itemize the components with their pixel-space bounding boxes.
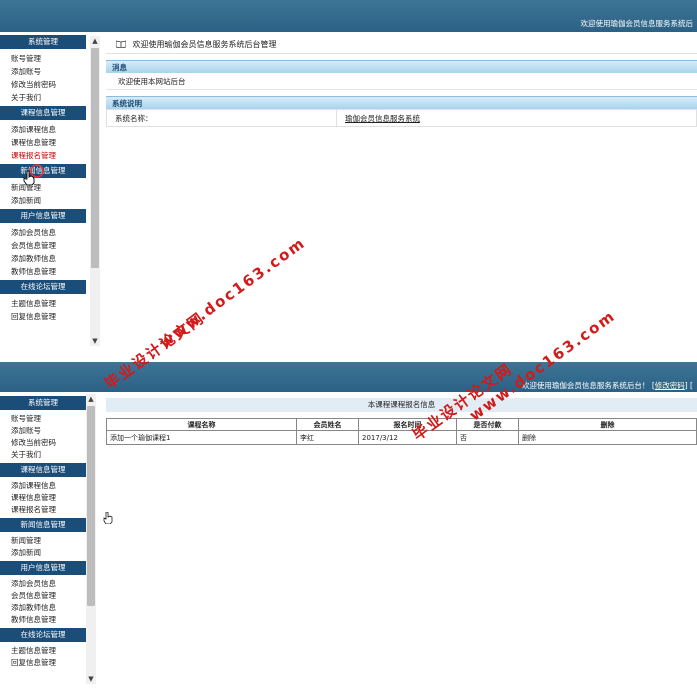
sidebar-item-teacher-manage[interactable]: 教师信息管理 — [0, 265, 86, 278]
menu-group-course: 课程信息管理 添加课程信息 课程信息管理 课程报名管理 — [0, 106, 86, 162]
sidebar-item-news-manage[interactable]: 新闻管理 — [0, 181, 86, 194]
screenshot-admin-home: 欢迎使用瑜伽会员信息服务系统后 系统管理 账号管理 添加账号 修改当前密码 关于… — [0, 0, 697, 362]
sidebar-item-add-course[interactable]: 添加课程信息 — [0, 123, 86, 136]
system-info-table: 系统名称： 瑜伽会员信息服务系统 — [106, 109, 697, 127]
menu-head-news[interactable]: 新闻信息管理 — [0, 518, 86, 532]
menu-group-course: 课程信息管理 添加课程信息 课程信息管理 课程报名管理 — [0, 463, 86, 516]
sidebar-item-change-password[interactable]: 修改当前密码 — [0, 437, 86, 449]
menu-group-user: 用户信息管理 添加会员信息 会员信息管理 添加教师信息 教师信息管理 — [0, 209, 86, 278]
menu-head-system[interactable]: 系统管理 — [0, 396, 86, 410]
table-row: 系统名称： 瑜伽会员信息服务系统 — [106, 109, 697, 127]
cell-member-name: 李红 — [296, 430, 359, 445]
sidebar-item-change-password[interactable]: 修改当前密码 — [0, 78, 86, 91]
menu-head-course[interactable]: 课程信息管理 — [0, 106, 86, 120]
sidebar-item-add-account[interactable]: 添加账号 — [0, 425, 86, 437]
system-name-value: 瑜伽会员信息服务系统 — [336, 109, 697, 127]
cell-delete-link[interactable]: 删除 — [518, 430, 697, 445]
message-section-head: 消息 — [106, 60, 697, 73]
menu-head-forum[interactable]: 在线论坛管理 — [0, 628, 86, 642]
sidebar-item-add-news[interactable]: 添加新闻 — [0, 547, 86, 559]
sidebar-item-topic-manage[interactable]: 主题信息管理 — [0, 297, 86, 310]
sidebar-item-account-manage[interactable]: 账号管理 — [0, 413, 86, 425]
breadcrumb: 欢迎使用瑜伽会员信息服务系统后台管理 — [106, 36, 697, 54]
cell-enroll-time: 2017/3/12 — [358, 430, 457, 445]
sidebar-item-course-manage[interactable]: 课程信息管理 — [0, 136, 86, 149]
sidebar-item-add-account[interactable]: 添加账号 — [0, 65, 86, 78]
main-content: 欢迎使用瑜伽会员信息服务系统后台管理 消息 欢迎使用本网站后台 系统说明 系统名… — [106, 36, 697, 127]
scroll-up-icon[interactable]: ▲ — [86, 394, 96, 404]
col-paid: 是否付款 — [456, 418, 519, 431]
screenshot-enroll-list: 欢迎使用瑜伽会员信息服务系统后台！ [修改密码] [ 系统管理 账号管理 添加账… — [0, 362, 697, 690]
message-body: 欢迎使用本网站后台 — [106, 73, 697, 90]
sidebar-item-enroll-manage[interactable]: 课程报名管理 — [0, 504, 86, 516]
sidebar-item-member-manage[interactable]: 会员信息管理 — [0, 239, 86, 252]
breadcrumb-text: 欢迎使用瑜伽会员信息服务系统后台管理 — [132, 40, 277, 49]
scroll-thumb[interactable] — [91, 48, 99, 268]
sidebar-item-add-teacher[interactable]: 添加教师信息 — [0, 252, 86, 265]
cell-course-name: 添加一个瑜伽课程1 — [106, 430, 297, 445]
menu-group-system: 系统管理 账号管理 添加账号 修改当前密码 关于我们 — [0, 35, 86, 104]
menu-head-system[interactable]: 系统管理 — [0, 35, 86, 49]
menu-head-course[interactable]: 课程信息管理 — [0, 463, 86, 477]
welcome-text-main: 欢迎使用瑜伽会员信息服务系统后台！ [ — [521, 381, 655, 390]
col-course-name: 课程名称 — [106, 418, 297, 431]
sidebar-scrollbar[interactable]: ▲ ▼ — [86, 394, 96, 684]
sidebar-item-account-manage[interactable]: 账号管理 — [0, 52, 86, 65]
menu-group-forum: 在线论坛管理 主题信息管理 回复信息管理 — [0, 280, 86, 323]
sidebar-item-add-course[interactable]: 添加课程信息 — [0, 480, 86, 492]
sidebar-item-enroll-manage[interactable]: 课程报名管理 — [0, 149, 86, 162]
table-row: 添加一个瑜伽课程1 李红 2017/3/12 否 删除 — [106, 430, 697, 445]
scroll-down-icon[interactable]: ▼ — [90, 336, 100, 346]
sidebar-item-about[interactable]: 关于我们 — [0, 91, 86, 104]
menu-group-news: 新闻信息管理 新闻管理 添加新闻 — [0, 518, 86, 559]
col-member-name: 会员姓名 — [296, 418, 359, 431]
system-name-label: 系统名称： — [106, 109, 337, 127]
scroll-down-icon[interactable]: ▼ — [86, 674, 96, 684]
menu-head-forum[interactable]: 在线论坛管理 — [0, 280, 86, 294]
main-content: 本课程课程报名信息 课程名称 会员姓名 报名时间 是否付款 删除 添加一个瑜伽课… — [106, 398, 697, 445]
sidebar-item-topic-manage[interactable]: 主题信息管理 — [0, 645, 86, 657]
system-name-link[interactable]: 瑜伽会员信息服务系统 — [345, 114, 420, 123]
sidebar-item-reply-manage[interactable]: 回复信息管理 — [0, 657, 86, 669]
sidebar-item-member-manage[interactable]: 会员信息管理 — [0, 590, 86, 602]
click-highlight-icon — [30, 164, 44, 178]
sidebar-item-add-member[interactable]: 添加会员信息 — [0, 226, 86, 239]
book-icon — [116, 40, 126, 48]
col-delete: 删除 — [518, 418, 697, 431]
top-banner: 欢迎使用瑜伽会员信息服务系统后台！ [修改密码] [ — [0, 362, 697, 392]
sidebar-item-add-member[interactable]: 添加会员信息 — [0, 578, 86, 590]
enroll-table: 课程名称 会员姓名 报名时间 是否付款 删除 添加一个瑜伽课程1 李红 2017… — [106, 418, 697, 445]
menu-group-forum: 在线论坛管理 主题信息管理 回复信息管理 — [0, 628, 86, 669]
scroll-thumb[interactable] — [87, 406, 95, 606]
scroll-up-icon[interactable]: ▲ — [90, 36, 100, 46]
welcome-text: 欢迎使用瑜伽会员信息服务系统后 — [580, 19, 694, 28]
top-banner: 欢迎使用瑜伽会员信息服务系统后 — [0, 0, 697, 32]
change-password-link[interactable]: 修改密码 — [655, 381, 685, 390]
list-title: 本课程课程报名信息 — [106, 398, 697, 412]
cell-paid: 否 — [456, 430, 519, 445]
sidebar-item-add-teacher[interactable]: 添加教师信息 — [0, 602, 86, 614]
sidebar-item-teacher-manage[interactable]: 教师信息管理 — [0, 614, 86, 626]
hand-cursor-icon — [103, 512, 113, 524]
sidebar-item-reply-manage[interactable]: 回复信息管理 — [0, 310, 86, 323]
sidebar-menu: 系统管理 账号管理 添加账号 修改当前密码 关于我们 课程信息管理 添加课程信息… — [0, 394, 88, 690]
sidebar-item-course-manage[interactable]: 课程信息管理 — [0, 492, 86, 504]
col-enroll-time: 报名时间 — [358, 418, 457, 431]
sidebar-item-about[interactable]: 关于我们 — [0, 449, 86, 461]
table-header-row: 课程名称 会员姓名 报名时间 是否付款 删除 — [106, 418, 697, 431]
sidebar-scrollbar[interactable]: ▲ ▼ — [90, 36, 100, 346]
menu-head-user[interactable]: 用户信息管理 — [0, 561, 86, 575]
system-section-head: 系统说明 — [106, 96, 697, 109]
welcome-text: 欢迎使用瑜伽会员信息服务系统后台！ [修改密码] [ — [522, 380, 693, 391]
menu-group-system: 系统管理 账号管理 添加账号 修改当前密码 关于我们 — [0, 396, 86, 461]
sidebar-item-news-manage[interactable]: 新闻管理 — [0, 535, 86, 547]
menu-group-user: 用户信息管理 添加会员信息 会员信息管理 添加教师信息 教师信息管理 — [0, 561, 86, 626]
welcome-text-end: ] [ — [684, 381, 693, 390]
sidebar-item-add-news[interactable]: 添加新闻 — [0, 194, 86, 207]
sidebar-menu: 系统管理 账号管理 添加账号 修改当前密码 关于我们 课程信息管理 添加课程信息… — [0, 33, 88, 362]
menu-head-user[interactable]: 用户信息管理 — [0, 209, 86, 223]
